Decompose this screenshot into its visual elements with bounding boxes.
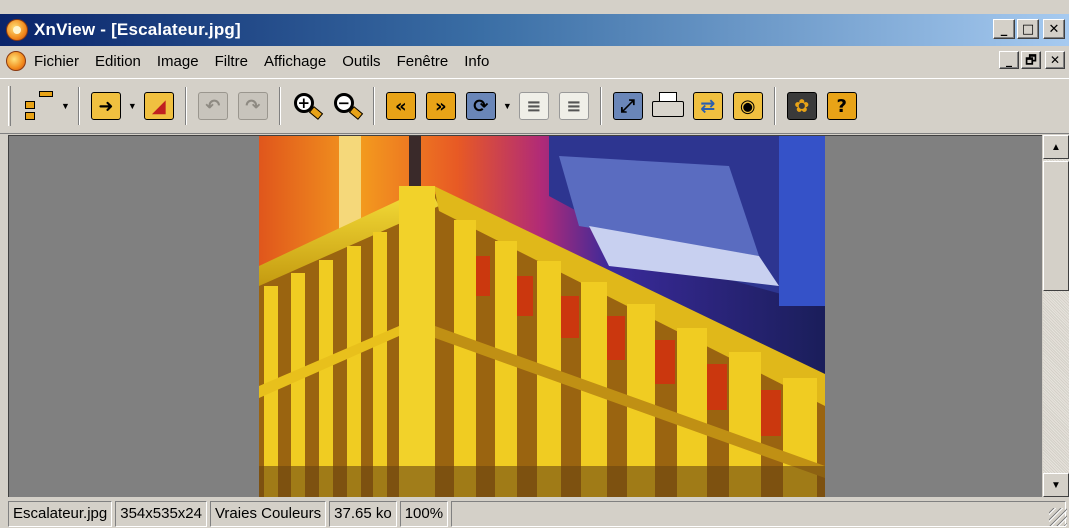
- doc-minimize-button[interactable]: _: [999, 51, 1019, 69]
- document-system-menu-icon[interactable]: [6, 51, 26, 71]
- save-button[interactable]: ◢: [142, 89, 176, 123]
- menu-fenetre[interactable]: Fenêtre: [397, 51, 449, 72]
- menu-affichage[interactable]: Affichage: [264, 51, 326, 72]
- page-prev-button[interactable]: ≡: [517, 89, 551, 123]
- save-icon: ◢: [143, 92, 174, 120]
- menu-bar: Fichier Edition Image Filtre Affichage O…: [0, 46, 1069, 76]
- next-icon: »: [425, 92, 456, 120]
- print-button[interactable]: [651, 89, 685, 123]
- previous-button[interactable]: «: [384, 89, 418, 123]
- open-folder-icon: ➜: [90, 92, 121, 120]
- convert-icon: ⇄: [692, 92, 723, 120]
- maximize-button[interactable]: □: [1017, 19, 1039, 39]
- slideshow-button[interactable]: ⟳: [464, 89, 498, 123]
- toolbar-separator: [184, 87, 187, 125]
- doc-close-button[interactable]: ✕: [1045, 51, 1065, 69]
- next-button[interactable]: »: [424, 89, 458, 123]
- undo-button[interactable]: ↶: [196, 89, 230, 123]
- status-dimensions: 354x535x24: [115, 500, 207, 527]
- slideshow-dropdown-icon[interactable]: ▼: [503, 101, 512, 111]
- menu-edition[interactable]: Edition: [95, 51, 141, 72]
- printer-icon: [651, 92, 684, 120]
- capture-button[interactable]: ◉: [731, 89, 765, 123]
- browser-tree-button[interactable]: [22, 89, 56, 123]
- toolbar-separator: [599, 87, 602, 125]
- fullscreen-button[interactable]: ⤢: [611, 89, 645, 123]
- toolbar-separator: [278, 87, 281, 125]
- status-file-size: 37.65 ko: [329, 500, 397, 527]
- convert-button[interactable]: ⇄: [691, 89, 725, 123]
- page-next-icon: ≡: [558, 92, 589, 120]
- title-bar[interactable]: XnView - [Escalateur.jpg] _ □ ✕: [0, 14, 1069, 46]
- status-empty-panel: [451, 500, 1066, 527]
- zoom-in-icon: +: [292, 91, 324, 121]
- help-button[interactable]: ?: [825, 89, 859, 123]
- fullscreen-icon: ⤢: [612, 92, 643, 120]
- options-button[interactable]: ✿: [785, 89, 819, 123]
- redo-icon: ↷: [237, 92, 268, 120]
- status-filename: Escalateur.jpg: [8, 500, 113, 527]
- menu-image[interactable]: Image: [157, 51, 199, 72]
- scroll-up-icon[interactable]: ▲: [1043, 135, 1069, 159]
- undo-icon: ↶: [197, 92, 228, 120]
- open-button[interactable]: ➜: [89, 89, 123, 123]
- zoom-out-button[interactable]: −: [330, 89, 364, 123]
- redo-button[interactable]: ↷: [236, 89, 270, 123]
- window-title: XnView - [Escalateur.jpg]: [34, 20, 241, 39]
- toolbar-separator: [773, 87, 776, 125]
- menu-filtre[interactable]: Filtre: [215, 51, 248, 72]
- previous-icon: «: [385, 92, 416, 120]
- vertical-scrollbar[interactable]: ▲ ▼: [1043, 135, 1069, 497]
- scroll-thumb[interactable]: [1043, 161, 1069, 291]
- menu-info[interactable]: Info: [464, 51, 489, 72]
- page-prev-icon: ≡: [518, 92, 549, 120]
- refresh-icon: ⟳: [465, 92, 496, 120]
- menu-outils[interactable]: Outils: [342, 51, 380, 72]
- zoom-in-button[interactable]: +: [290, 89, 324, 123]
- tree-dropdown-icon[interactable]: ▼: [61, 101, 70, 111]
- camera-icon: ◉: [732, 92, 763, 120]
- status-bar: Escalateur.jpg 354x535x24 Vraies Couleur…: [0, 499, 1069, 528]
- menu-fichier[interactable]: Fichier: [34, 51, 79, 72]
- toolbar-separator: [372, 87, 375, 125]
- close-button[interactable]: ✕: [1043, 19, 1065, 39]
- toolbar-separator: [77, 87, 80, 125]
- zoom-out-icon: −: [332, 91, 364, 121]
- image-viewer[interactable]: [8, 135, 1042, 497]
- status-zoom: 100%: [399, 500, 449, 527]
- page-next-button[interactable]: ≡: [557, 89, 591, 123]
- help-icon: ?: [826, 92, 857, 120]
- gear-icon: ✿: [786, 92, 817, 120]
- doc-restore-button[interactable]: 🗗: [1021, 51, 1041, 69]
- tree-icon: [25, 91, 53, 121]
- status-color-mode: Vraies Couleurs: [209, 500, 327, 527]
- scroll-down-icon[interactable]: ▼: [1043, 473, 1069, 497]
- resize-grip-icon[interactable]: [1049, 508, 1067, 526]
- toolbar: ▼ ➜ ▼ ◢ ↶ ↷ + − « » ⟳ ▼ ≡ ≡ ⤢ ⇄ ◉ ✿ ?: [0, 78, 1069, 134]
- xnview-app-icon[interactable]: [6, 19, 28, 41]
- toolbar-grip[interactable]: [8, 86, 11, 126]
- open-dropdown-icon[interactable]: ▼: [128, 101, 137, 111]
- minimize-button[interactable]: _: [993, 19, 1015, 39]
- displayed-image: [259, 136, 825, 497]
